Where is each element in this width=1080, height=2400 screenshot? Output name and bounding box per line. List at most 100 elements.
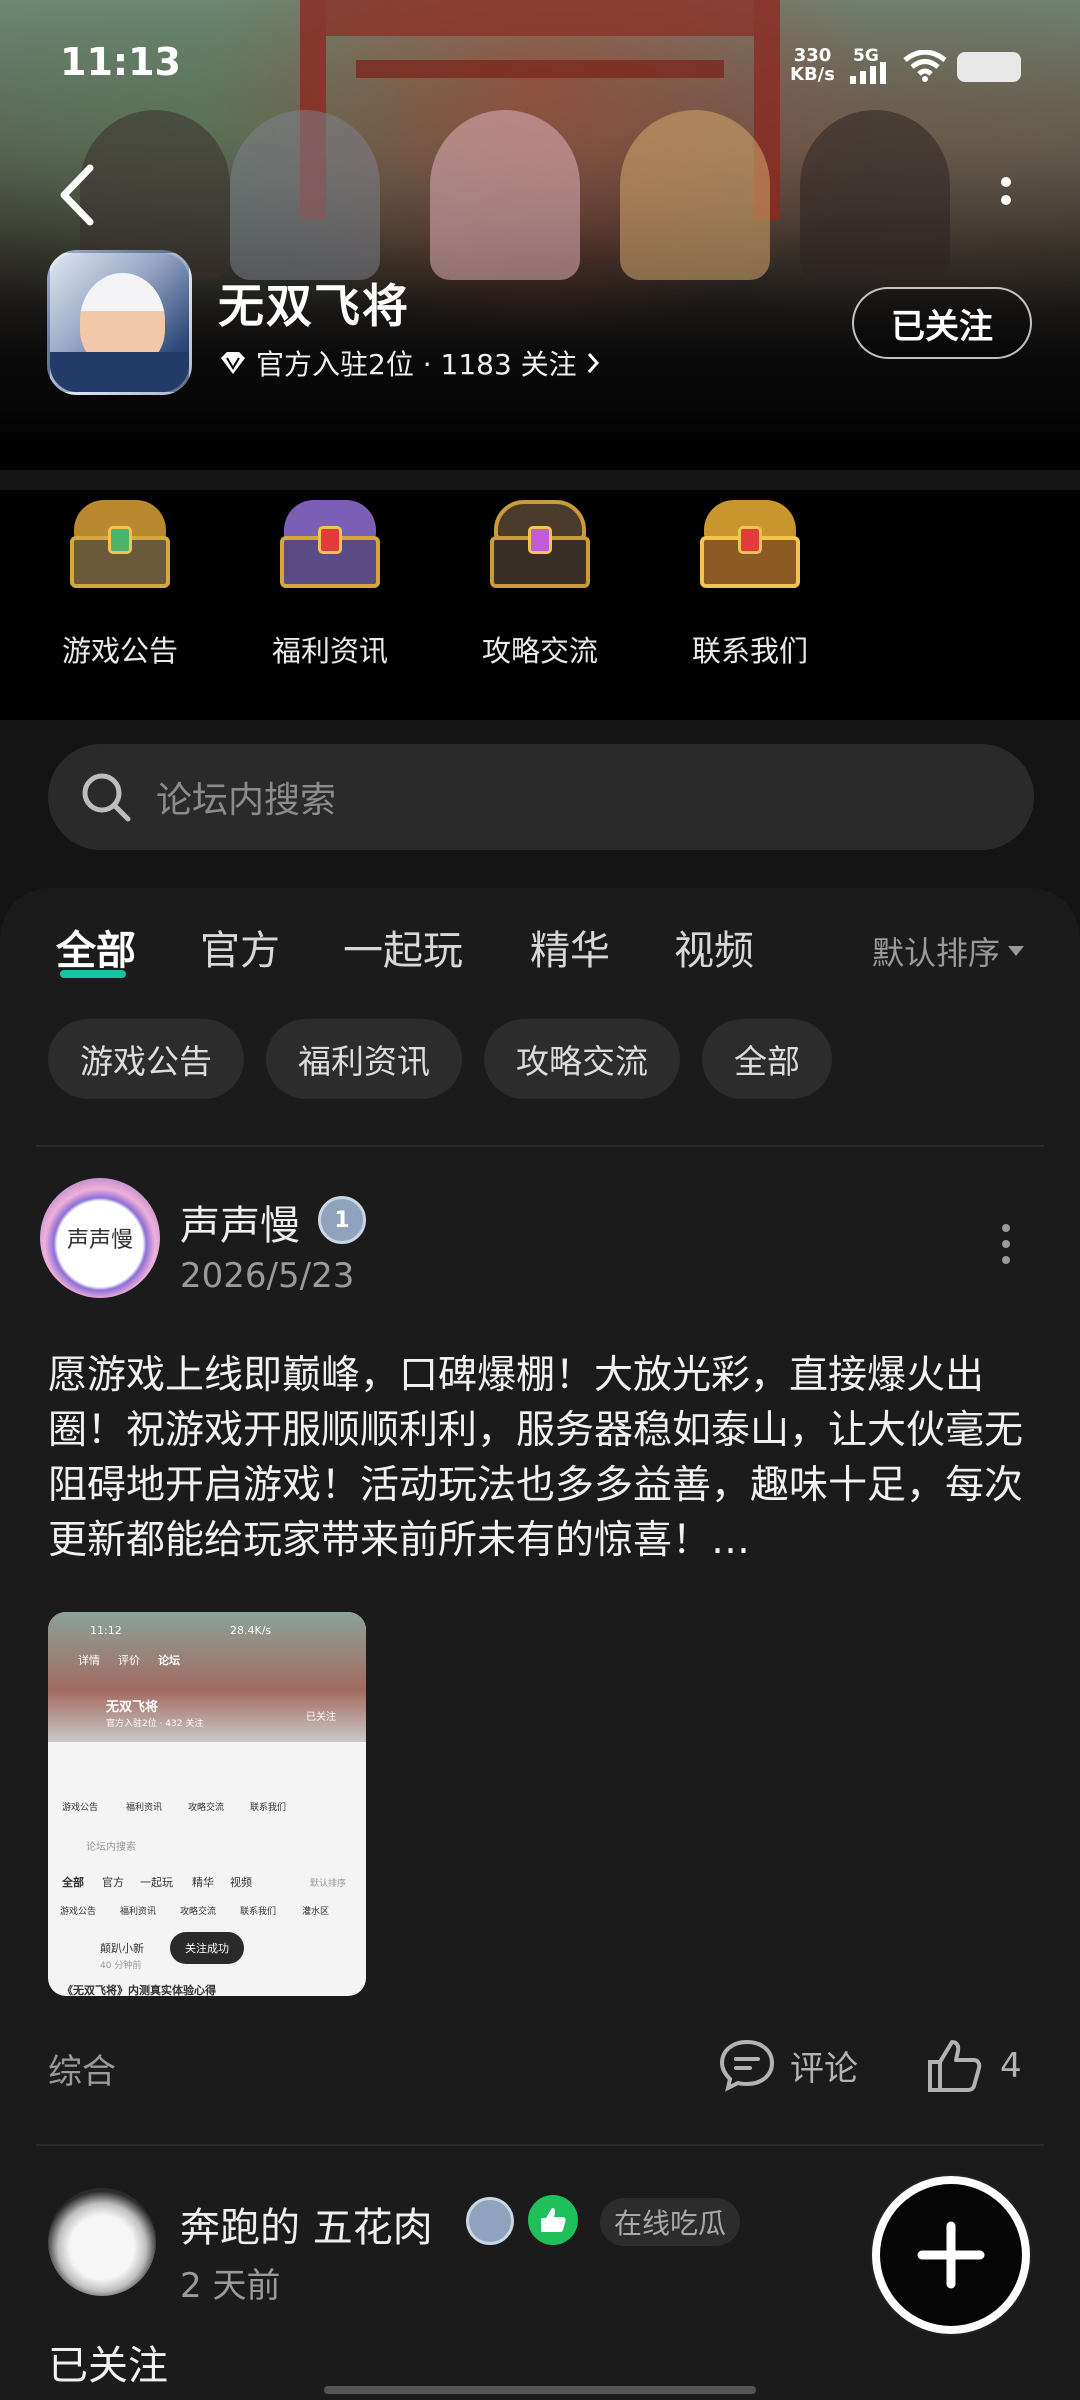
level-badge-icon: 1 [318, 1196, 366, 1244]
post-more-icon[interactable] [998, 1222, 1014, 1266]
category-game-announcement[interactable]: 游戏公告 [45, 490, 195, 670]
wifi-icon [903, 50, 947, 82]
network-speed-unit: KB/s [790, 64, 835, 85]
chevron-right-icon [587, 353, 599, 373]
thumbnail-tab-1: 全部 [62, 1876, 84, 1889]
red-gold-chest-icon [700, 500, 800, 588]
category-contact-us[interactable]: 联系我们 [675, 490, 825, 670]
category-strategy[interactable]: 攻略交流 [465, 490, 615, 670]
thumbnail-user-time: 40 分钟前 [100, 1961, 142, 1971]
create-post-button[interactable] [872, 2176, 1030, 2334]
chip-game-announcement[interactable]: 游戏公告 [48, 1019, 244, 1099]
diamond-icon [221, 352, 245, 374]
thumbs-up-icon [928, 2040, 982, 2092]
thumbnail-chip-2: 福利资讯 [120, 1907, 157, 1917]
cellular-signal-icon [850, 62, 886, 84]
avatar[interactable]: 声声慢 [40, 1178, 160, 1298]
sort-dropdown[interactable]: 默认排序 [872, 928, 1025, 974]
category-label: 福利资讯 [271, 634, 388, 668]
chip-strategy[interactable]: 攻略交流 [484, 1019, 680, 1099]
back-arrow-icon[interactable] [50, 160, 110, 230]
sort-label: 默认排序 [872, 934, 1001, 972]
tab-official[interactable]: 官方 [200, 918, 280, 976]
golden-chest-icon [70, 500, 170, 588]
tab-featured[interactable]: 精华 [530, 918, 610, 976]
avatar[interactable] [48, 2188, 156, 2296]
avatar-text: 声声慢 [66, 1228, 133, 1253]
home-indicator[interactable] [324, 2386, 756, 2394]
category-welfare-news[interactable]: 福利资讯 [255, 490, 405, 670]
comment-label: 评论 [790, 2048, 858, 2089]
more-options-icon[interactable] [986, 170, 1026, 230]
post-author[interactable]: 奔跑的 五花肉 [180, 2195, 433, 2253]
caret-down-icon [1008, 946, 1025, 956]
post-date: 2 天前 [180, 2266, 281, 2306]
chip-all[interactable]: 全部 [702, 1019, 832, 1099]
thumbnail-follow: 已关注 [306, 1712, 336, 1723]
thumbnail-tab-2: 官方 [102, 1876, 124, 1889]
like-badge-icon [528, 2195, 578, 2245]
tab-play-together[interactable]: 一起玩 [343, 918, 463, 976]
thumbnail-meta: 官方入驻2位 · 432 关注 [106, 1719, 204, 1729]
like-button[interactable]: 4 [926, 2038, 1022, 2094]
divider [36, 2144, 1044, 2146]
thumbnail-header: 11:12 28.4K/s 详情 评价 论坛 无双飞将 官方入驻2位 · 432… [48, 1612, 366, 1742]
thumbnail-cat-2: 福利资讯 [126, 1803, 163, 1813]
battery-icon [957, 52, 1021, 82]
thumbnail-chip-3: 攻略交流 [180, 1907, 217, 1917]
like-count: 4 [1000, 2046, 1022, 2086]
status-bar: 11:13 330 KB/s 5G [0, 0, 1080, 130]
follow-button[interactable]: 已关注 [852, 287, 1032, 359]
search-input[interactable]: 论坛内搜索 [48, 744, 1034, 850]
network-speed-value: 330 [793, 45, 832, 66]
thumbnail-chip-4: 联系我们 [240, 1907, 277, 1917]
character-artwork [60, 110, 1040, 280]
comment-button[interactable]: 评论 [718, 2038, 858, 2092]
game-app-icon [47, 250, 192, 395]
search-icon [82, 773, 131, 822]
thumbnail-cat-3: 攻略交流 [188, 1803, 225, 1813]
thumbnail-nav-forum: 论坛 [158, 1654, 180, 1667]
thumbnail-toast: 关注成功 [170, 1932, 244, 1964]
thumbnail-title: 无双飞将 [106, 1700, 159, 1715]
tab-all[interactable]: 全部 [56, 918, 136, 976]
post-image-thumbnail[interactable]: 11:12 28.4K/s 详情 评价 论坛 无双飞将 官方入驻2位 · 432… [48, 1612, 366, 1996]
search-placeholder: 论坛内搜索 [156, 780, 337, 821]
active-tab-indicator [60, 970, 126, 978]
thumbnail-cat-1: 游戏公告 [62, 1803, 99, 1813]
thumbnail-chip-5: 灌水区 [302, 1907, 330, 1917]
post-body[interactable]: 愿游戏上线即巅峰，口碑爆棚！大放光彩，直接爆火出圈！祝游戏开服顺顺利利，服务器稳… [48, 1348, 1038, 1568]
divider [36, 1145, 1044, 1147]
plus-icon [917, 2221, 985, 2289]
thumbnail-sort: 默认排序 [310, 1879, 347, 1889]
post-date: 2026/5/23 [180, 1256, 355, 1296]
level-badge-icon [466, 2197, 514, 2245]
open-chest-icon [490, 500, 590, 588]
level-number: 1 [334, 1207, 350, 1233]
category-label: 游戏公告 [61, 634, 178, 668]
thumbnail-chip-1: 游戏公告 [60, 1907, 97, 1917]
thumbnail-tab-3: 一起玩 [140, 1876, 173, 1889]
tab-video[interactable]: 视频 [674, 918, 754, 976]
thumbnail-search: 论坛内搜索 [86, 1842, 136, 1853]
thumbnail-post-title: 《无双飞将》内测真实体验心得 [62, 1984, 216, 1996]
post-body[interactable]: 已关注 [48, 2333, 168, 2391]
thumbnail-speed: 28.4K/s [230, 1624, 272, 1637]
category-label: 攻略交流 [481, 634, 598, 668]
status-time: 11:13 [60, 40, 181, 84]
category-label: 联系我们 [691, 634, 808, 668]
user-tag: 在线吃瓜 [600, 2198, 741, 2246]
purple-chest-icon [280, 500, 380, 588]
post-footer: 综合 评论 4 [48, 2038, 1038, 2098]
post-category[interactable]: 综合 [48, 2044, 116, 2093]
thumbnail-user: 颠趴小新 [100, 1942, 144, 1955]
forum-meta[interactable]: 官方入驻2位 · 1183 关注 [218, 343, 601, 383]
chip-welfare-news[interactable]: 福利资讯 [266, 1019, 462, 1099]
category-grid: 游戏公告 福利资讯 攻略交流 联系我们 [0, 490, 1080, 720]
post-author[interactable]: 声声慢 [180, 1193, 300, 1251]
thumbnail-tab-4: 精华 [192, 1876, 214, 1889]
thumbnail-tab-5: 视频 [230, 1876, 252, 1889]
forum-meta-text: 官方入驻2位 · 1183 关注 [256, 348, 577, 381]
thumbnail-nav-reviews: 评价 [118, 1654, 140, 1667]
thumbnail-cat-4: 联系我们 [250, 1803, 287, 1813]
